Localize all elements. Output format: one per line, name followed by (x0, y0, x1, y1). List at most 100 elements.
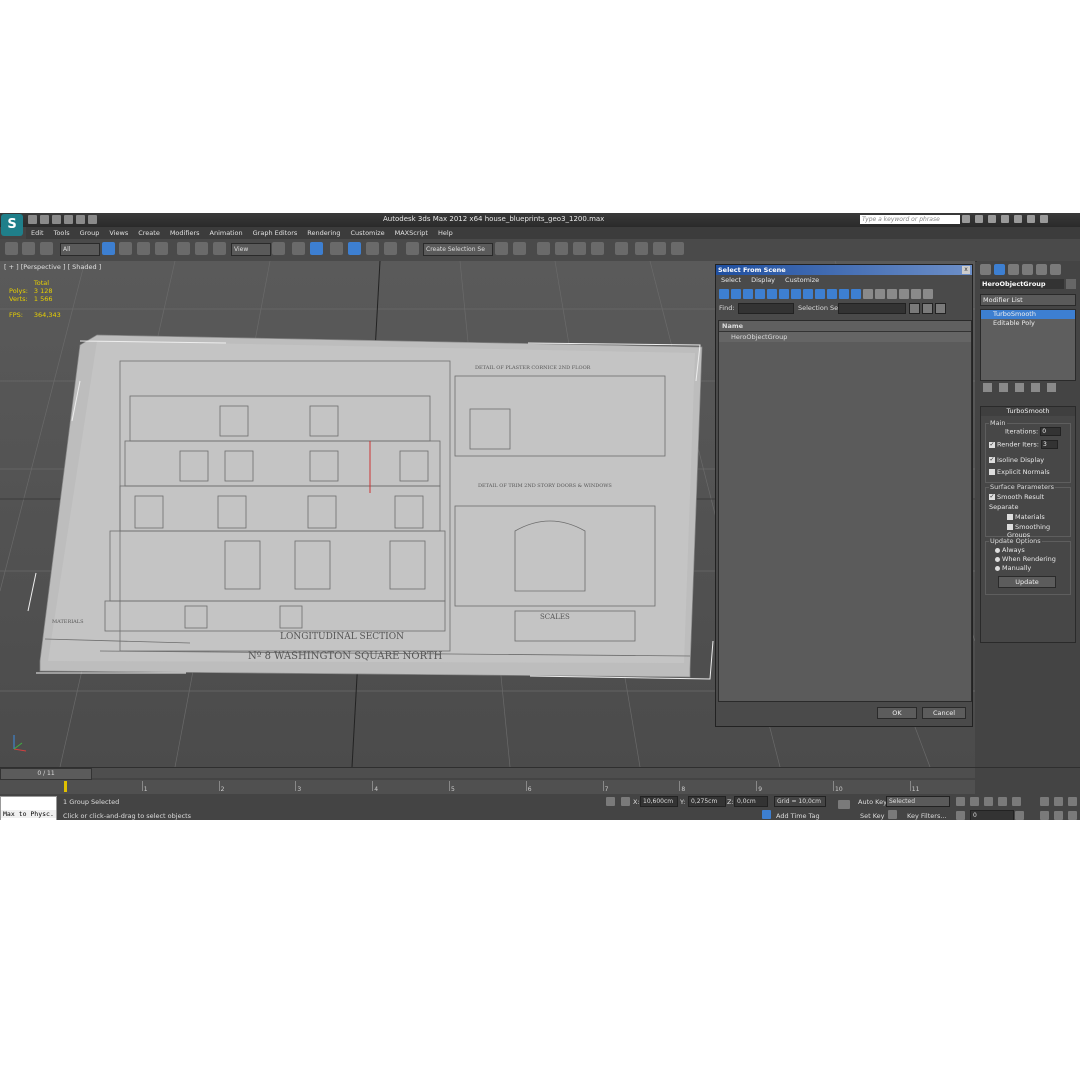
angle-snap-icon[interactable] (348, 242, 361, 255)
dialog-menu-display[interactable]: Display (746, 275, 780, 286)
select-by-name-icon[interactable] (119, 242, 132, 255)
update-button[interactable]: Update (998, 576, 1056, 588)
go-to-start-icon[interactable] (956, 797, 965, 806)
modifier-list-dropdown[interactable]: Modifier List (980, 294, 1076, 306)
sync-selection-icon[interactable] (899, 289, 909, 299)
selection-set-dropdown[interactable] (838, 303, 906, 314)
add-time-tag-button[interactable]: Add Time Tag (776, 812, 820, 820)
filter-settings-icon[interactable] (923, 289, 933, 299)
stack-item-turbosmooth[interactable]: TurboSmooth (981, 310, 1075, 319)
smooth-result-checkbox[interactable]: ✓ (989, 494, 995, 500)
filter-icon[interactable] (911, 289, 921, 299)
redo-icon[interactable] (76, 215, 85, 224)
set-key-icon[interactable] (838, 800, 850, 809)
align-icon[interactable] (513, 242, 526, 255)
dialog-menu-customize[interactable]: Customize (780, 275, 824, 286)
unlink-icon[interactable] (22, 242, 35, 255)
x-coordinate-field[interactable]: 10,600cm (640, 796, 678, 807)
display-shapes-icon[interactable] (731, 289, 741, 299)
select-object-icon[interactable] (102, 242, 115, 255)
display-lights-icon[interactable] (743, 289, 753, 299)
display-space-warps-icon[interactable] (779, 289, 789, 299)
rectangular-selection-icon[interactable] (137, 242, 150, 255)
field-of-view-icon[interactable] (1040, 811, 1049, 820)
graphite-ribbon-icon[interactable] (555, 242, 568, 255)
materials-checkbox[interactable] (1007, 514, 1013, 520)
list-item[interactable]: HeroObjectGroup (719, 332, 971, 342)
snaps-toggle-icon[interactable] (330, 242, 343, 255)
zoom-extents-icon[interactable] (1068, 797, 1077, 806)
utilities-tab-icon[interactable] (1050, 264, 1061, 275)
keyboard-shortcut-override-icon[interactable] (310, 242, 323, 255)
iterations-spinner[interactable]: 0 (1040, 427, 1062, 436)
isoline-display-checkbox[interactable]: ✓ (989, 457, 995, 463)
menu-group[interactable]: Group (75, 227, 105, 239)
dialog-close-button[interactable]: x (962, 266, 970, 274)
search-icon[interactable] (962, 215, 970, 223)
selection-filter-dropdown[interactable]: All (60, 243, 100, 256)
object-color-swatch[interactable] (1066, 279, 1076, 289)
orbit-icon[interactable] (1068, 811, 1077, 820)
display-all-icon[interactable] (863, 289, 873, 299)
key-filters-button[interactable]: Key Filters... (907, 812, 947, 820)
smoothing-groups-checkbox[interactable] (1007, 524, 1013, 530)
maxscript-mini-listener[interactable]: Max to Physc. (0, 796, 57, 820)
pan-icon[interactable] (1054, 811, 1063, 820)
z-coordinate-field[interactable]: 0,0cm (734, 796, 768, 807)
pin-stack-icon[interactable] (983, 383, 992, 392)
rotate-icon[interactable] (195, 242, 208, 255)
blueprint-sheet[interactable]: LONGITUDINAL SECTION Nº 8 WASHINGTON SQU… (39, 334, 703, 678)
stack-item-editable-poly[interactable]: Editable Poly (981, 319, 1075, 328)
window-crossing-icon[interactable] (155, 242, 168, 255)
modify-tab-icon[interactable] (994, 264, 1005, 275)
move-icon[interactable] (177, 242, 190, 255)
go-to-end-icon[interactable] (1012, 797, 1021, 806)
next-frame-icon[interactable] (998, 797, 1007, 806)
rendered-frame-window-icon[interactable] (653, 242, 666, 255)
display-geometry-icon[interactable] (719, 289, 729, 299)
mirror-icon[interactable] (495, 242, 508, 255)
display-none-icon[interactable] (875, 289, 885, 299)
create-selection-set-icon[interactable] (909, 303, 920, 314)
menu-rendering[interactable]: Rendering (302, 227, 345, 239)
close-icon[interactable] (1040, 215, 1048, 223)
help-icon[interactable] (1001, 215, 1009, 223)
minimize-icon[interactable] (1014, 215, 1022, 223)
zoom-icon[interactable] (1040, 797, 1049, 806)
make-unique-icon[interactable] (1015, 383, 1024, 392)
app-logo-button[interactable]: S (1, 214, 23, 236)
remove-selection-set-icon[interactable] (935, 303, 946, 314)
manually-radio[interactable] (995, 565, 1000, 571)
search-input[interactable]: Type a keyword or phrase (860, 215, 960, 224)
display-helpers-icon[interactable] (767, 289, 777, 299)
lock-selection-icon[interactable] (606, 797, 615, 806)
save-icon[interactable] (52, 215, 61, 224)
hierarchy-tab-icon[interactable] (1008, 264, 1019, 275)
menu-help[interactable]: Help (433, 227, 458, 239)
dialog-menu-select[interactable]: Select (716, 275, 746, 286)
menu-modifiers[interactable]: Modifiers (165, 227, 205, 239)
edit-named-selection-icon[interactable] (406, 242, 419, 255)
display-containers-icon[interactable] (827, 289, 837, 299)
show-end-result-icon[interactable] (999, 383, 1008, 392)
reference-coordinate-dropdown[interactable]: View (231, 243, 271, 256)
configure-modifier-sets-icon[interactable] (1047, 383, 1056, 392)
material-editor-icon[interactable] (615, 242, 628, 255)
render-setup-icon[interactable] (635, 242, 648, 255)
menu-edit[interactable]: Edit (26, 227, 49, 239)
edit-selection-set-icon[interactable] (922, 303, 933, 314)
render-production-icon[interactable] (671, 242, 684, 255)
when-rendering-radio[interactable] (995, 556, 1000, 562)
play-icon[interactable] (984, 797, 993, 806)
display-hidden-icon[interactable] (851, 289, 861, 299)
open-file-icon[interactable] (40, 215, 49, 224)
render-iters-checkbox[interactable]: ✓ (989, 441, 995, 448)
project-folder-icon[interactable] (88, 215, 97, 224)
maximize-icon[interactable] (1027, 215, 1035, 223)
render-iters-spinner[interactable]: 3 (1041, 440, 1058, 449)
find-input[interactable] (738, 303, 794, 314)
zoom-all-icon[interactable] (1054, 797, 1063, 806)
remove-modifier-icon[interactable] (1031, 383, 1040, 392)
object-name-field[interactable]: HeroObjectGroup (980, 279, 1064, 289)
named-selection-set-dropdown[interactable]: Create Selection Se (423, 243, 493, 256)
